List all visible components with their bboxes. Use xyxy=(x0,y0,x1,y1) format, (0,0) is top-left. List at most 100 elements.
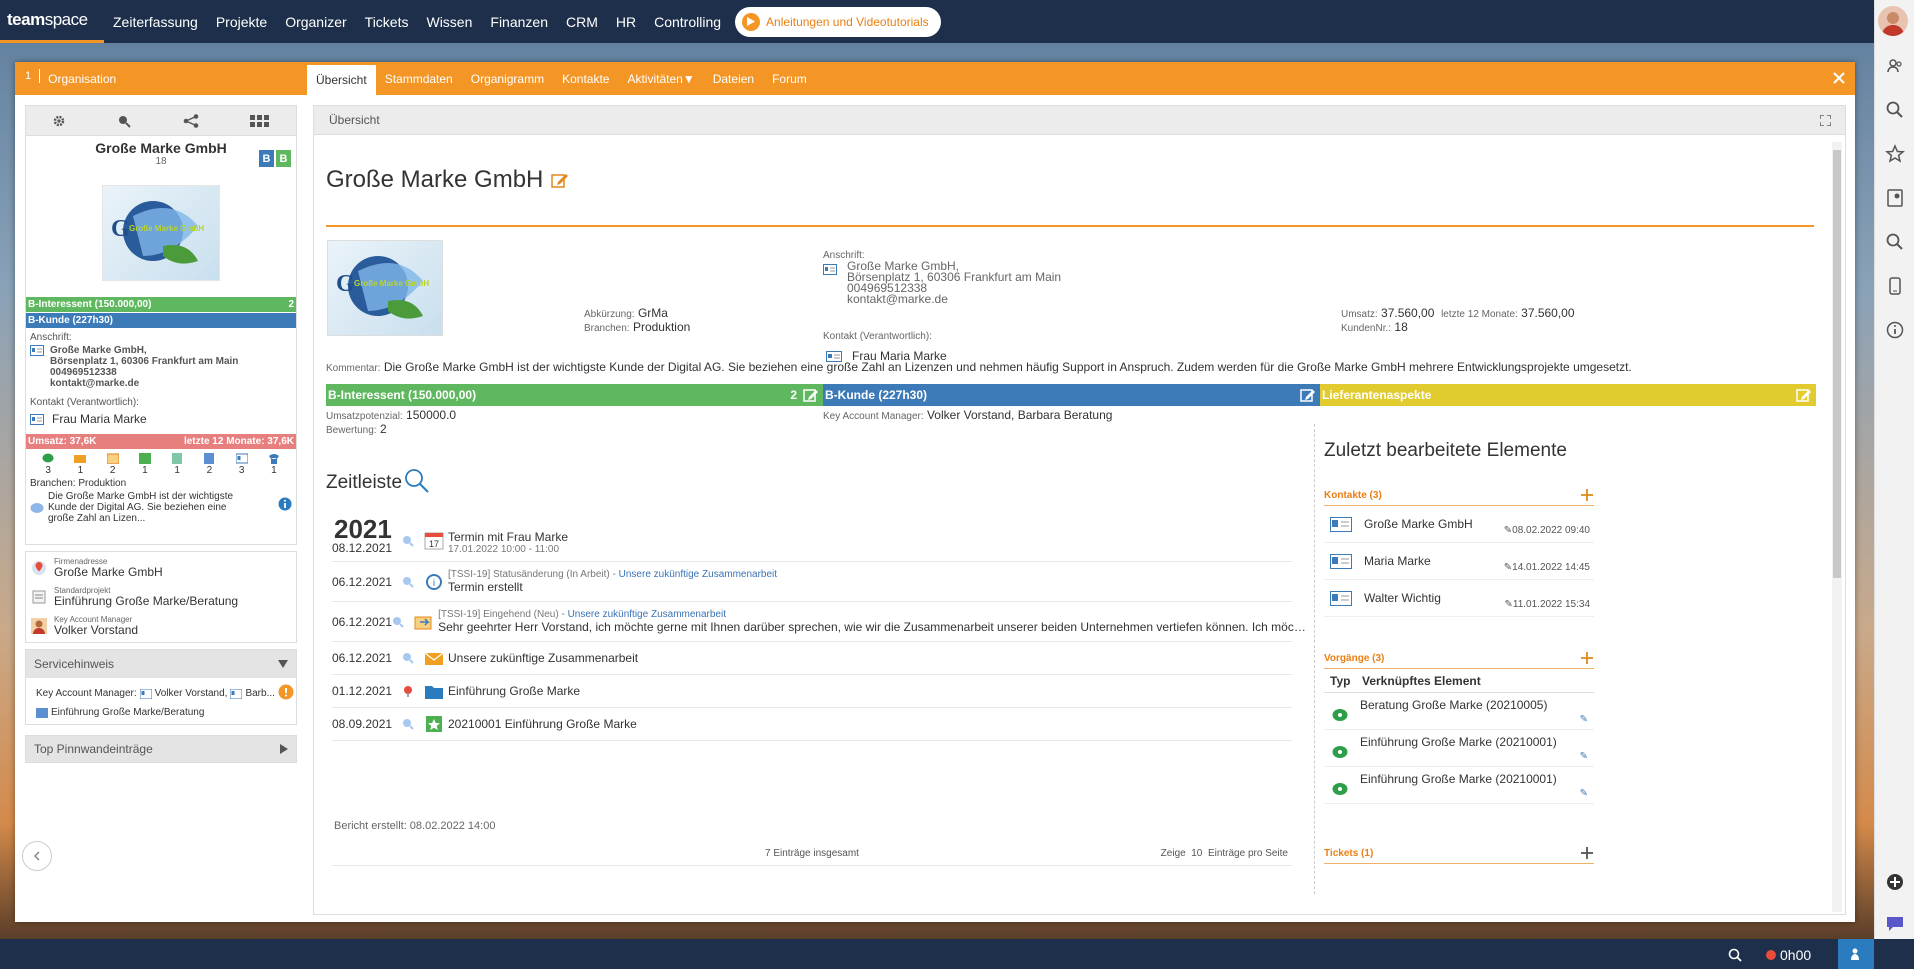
badge-kunde[interactable]: B xyxy=(259,150,274,167)
close-icon[interactable] xyxy=(1831,70,1847,86)
kunde-tile[interactable]: B-Kunde (227h30) xyxy=(823,384,1320,406)
tab-organigramm[interactable]: Organigramm xyxy=(462,62,553,95)
pin-icon[interactable] xyxy=(402,685,414,697)
vorgang-row[interactable]: Einführung Große Marke (20210001) ✎ xyxy=(1324,767,1594,804)
vorgang-row[interactable]: Einführung Große Marke (20210001) ✎ xyxy=(1324,730,1594,767)
pencil-icon[interactable]: ✎ xyxy=(1580,788,1588,799)
gear-icon[interactable] xyxy=(52,114,66,128)
pencil-icon[interactable]: ✎ xyxy=(1580,714,1588,725)
tab-aktivitaeten[interactable]: Aktivitäten▼ xyxy=(618,62,703,95)
recent-contact[interactable]: Große Marke GmbH ✎08.02.2022 09:40 xyxy=(1324,506,1594,543)
count-termine[interactable]: 1 xyxy=(268,453,280,476)
edit-icon[interactable] xyxy=(803,387,819,403)
vorgang-row[interactable]: Beratung Große Marke (20210005) ✎ xyxy=(1324,693,1594,730)
users-icon[interactable] xyxy=(1885,56,1905,76)
tutorials-button[interactable]: Anleitungen und Videotutorials xyxy=(735,6,941,37)
kam-row[interactable]: Key Account Manager Volker Vorstand xyxy=(26,614,296,638)
kontakte-section-title[interactable]: Kontakte (3) xyxy=(1324,490,1382,501)
badge-interessent[interactable]: B xyxy=(276,150,291,167)
standardprojekt-row[interactable]: Standardprojekt Einführung Große Marke/Be… xyxy=(26,585,296,609)
service-project-row[interactable]: Einführung Große Marke/Beratung xyxy=(36,707,288,718)
count-mails[interactable]: 1 xyxy=(74,453,87,476)
address-line[interactable]: kontakt@marke.de xyxy=(847,293,1061,305)
grid-icon[interactable] xyxy=(250,114,270,128)
timer[interactable]: 0h00 xyxy=(1766,947,1811,963)
timeline-row[interactable]: 06.12.2021 [TSSI-19] Eingehend (Neu) - U… xyxy=(332,602,1308,642)
plus-icon[interactable] xyxy=(1580,488,1594,502)
user-avatar[interactable] xyxy=(1878,6,1908,36)
timeline-link[interactable]: Unsere zukünftige Zusammenarbeit xyxy=(619,569,777,580)
count-kontakte[interactable]: 3 xyxy=(235,453,248,476)
magnifier-icon[interactable] xyxy=(402,535,414,547)
timeline-row[interactable]: 01.12.2021 Einführung Große Marke xyxy=(332,675,1292,708)
count-notizen[interactable]: 2 xyxy=(106,453,119,476)
scrollbar-thumb[interactable] xyxy=(1833,150,1841,578)
lieferanten-tile[interactable]: Lieferantenaspekte xyxy=(1320,384,1816,406)
firmenadresse-row[interactable]: Firmenadresse Große Marke GmbH xyxy=(26,556,296,580)
fullscreen-icon[interactable] xyxy=(1820,115,1831,126)
edit-icon[interactable] xyxy=(1796,387,1812,403)
info-icon[interactable] xyxy=(278,497,292,511)
notebook-icon[interactable] xyxy=(1885,188,1905,208)
count-dokumente[interactable]: 1 xyxy=(171,453,183,476)
magnifier-icon[interactable] xyxy=(402,718,414,730)
plus-icon[interactable] xyxy=(1580,651,1594,665)
servicehinweis-header[interactable]: Servicehinweis xyxy=(26,650,296,678)
add-circle-icon[interactable] xyxy=(1885,872,1905,892)
share-icon[interactable] xyxy=(183,113,199,128)
timeline-row[interactable]: 08.12.2021 17 Termin mit Frau Marke 17.0… xyxy=(332,516,1292,562)
count-projekte[interactable]: 1 xyxy=(138,453,151,476)
warning-icon[interactable] xyxy=(278,684,294,700)
interessent-tile[interactable]: B-Interessent (150.000,00) 2 xyxy=(326,384,823,406)
tab-kontakte[interactable]: Kontakte xyxy=(553,62,618,95)
timeline-row[interactable]: 08.09.2021 20210001 Einführung Große Mar… xyxy=(332,708,1292,741)
help-button[interactable] xyxy=(1838,939,1874,969)
search-detail-icon[interactable] xyxy=(1885,232,1905,252)
recent-contact[interactable]: Maria Marke ✎14.01.2022 14:45 xyxy=(1324,543,1594,580)
tab-uebersicht[interactable]: Übersicht xyxy=(307,65,376,95)
nav-projekte[interactable]: Projekte xyxy=(207,0,276,43)
interessent-bar[interactable]: B-Interessent (150.000,00) 2 xyxy=(26,297,296,312)
timeline-link[interactable]: Unsere zukünftige Zusammenarbeit xyxy=(568,609,726,620)
search-icon[interactable] xyxy=(404,468,430,494)
count-tickets[interactable]: 2 xyxy=(203,453,215,476)
tab-forum[interactable]: Forum xyxy=(763,62,816,95)
edit-icon[interactable] xyxy=(1300,387,1316,403)
bottom-search-icon[interactable] xyxy=(1728,948,1742,962)
tab-dateien[interactable]: Dateien xyxy=(704,62,763,95)
collapse-panel-button[interactable] xyxy=(22,841,52,871)
tickets-section-title[interactable]: Tickets (1) xyxy=(1324,848,1373,859)
recent-contact[interactable]: Walter Wichtig ✎11.01.2022 15:34 xyxy=(1324,580,1594,617)
tab-stammdaten[interactable]: Stammdaten xyxy=(376,62,462,95)
info-icon[interactable] xyxy=(1885,320,1905,340)
chat-icon[interactable] xyxy=(1885,914,1905,934)
kunde-bar[interactable]: B-Kunde (227h30) xyxy=(26,313,296,328)
nav-wissen[interactable]: Wissen xyxy=(417,0,481,43)
nav-zeiterfassung[interactable]: Zeiterfassung xyxy=(104,0,207,43)
nav-organizer[interactable]: Organizer xyxy=(276,0,355,43)
edit-icon[interactable] xyxy=(551,171,569,189)
search-icon[interactable] xyxy=(117,114,131,128)
service-kam-1[interactable]: Volker Vorstand, xyxy=(155,688,228,699)
timeline-row[interactable]: 06.12.2021 i [TSSI-19] Statusänderung (I… xyxy=(332,562,1292,602)
per-page-value[interactable]: 10 xyxy=(1191,848,1202,859)
pencil-icon[interactable]: ✎ xyxy=(1580,751,1588,762)
magnifier-icon[interactable] xyxy=(392,616,404,628)
mobile-icon[interactable] xyxy=(1885,276,1905,296)
nav-controlling[interactable]: Controlling xyxy=(645,0,730,43)
nav-crm[interactable]: CRM xyxy=(557,0,607,43)
plus-icon[interactable] xyxy=(1580,846,1594,860)
teamspace-logo[interactable]: team space xyxy=(0,0,104,43)
address-line[interactable]: kontakt@marke.de xyxy=(50,378,238,389)
nav-finanzen[interactable]: Finanzen xyxy=(481,0,557,43)
magnifier-icon[interactable] xyxy=(402,576,414,588)
contact-row[interactable]: Frau Maria Marke xyxy=(30,412,292,426)
count-vorgaenge[interactable]: 3 xyxy=(42,453,54,476)
pinnwand-header[interactable]: Top Pinnwandeinträge xyxy=(25,735,297,763)
scrollbar[interactable] xyxy=(1832,142,1842,912)
service-kam-2[interactable]: Barb... xyxy=(245,688,274,699)
nav-tickets[interactable]: Tickets xyxy=(356,0,418,43)
timeline-row[interactable]: 06.12.2021 Unsere zukünftige Zusammenarb… xyxy=(332,642,1292,675)
nav-hr[interactable]: HR xyxy=(607,0,645,43)
magnifier-icon[interactable] xyxy=(402,652,414,664)
